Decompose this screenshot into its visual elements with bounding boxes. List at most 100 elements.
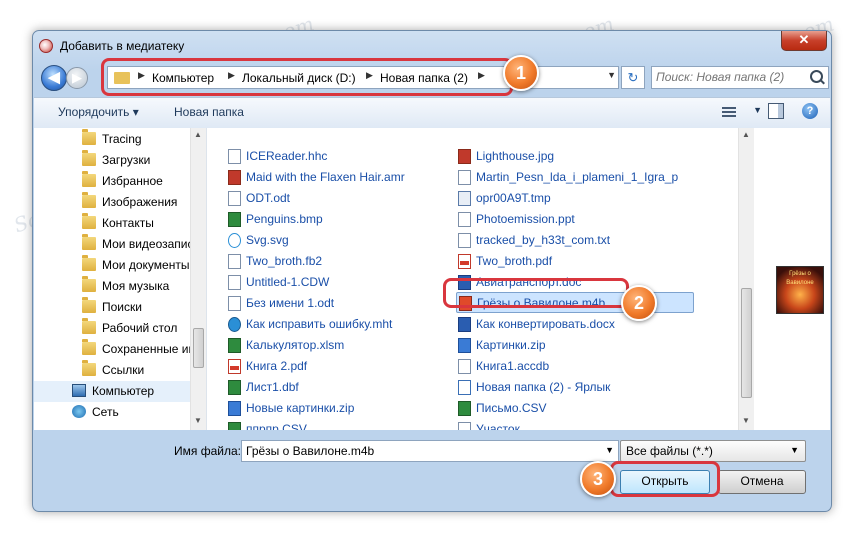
file-item[interactable]: Maid with the Flaxen Hair.amr [228,167,448,188]
file-item[interactable]: Книга1.accdb [458,356,678,377]
file-item[interactable]: Участок [458,419,678,430]
folder-icon [82,339,96,355]
folder-icon [82,276,96,292]
nav-item-music[interactable]: Моя музыка [34,276,190,297]
file-item[interactable]: Калькулятор.xlsm [228,335,448,356]
nav-item-links[interactable]: Ссылки [34,360,190,381]
file-name: Untitled-1.CDW [246,275,330,289]
scroll-down-icon[interactable]: ▼ [742,416,750,425]
file-item[interactable]: Без имени 1.odt [228,293,448,314]
nav-item-desktop[interactable]: Рабочий стол [34,318,190,339]
file-name: Без имени 1.odt [246,296,335,310]
nav-item-contacts[interactable]: Контакты [34,213,190,234]
file-item[interactable]: Lighthouse.jpg [458,146,678,167]
scrollbar-thumb[interactable] [741,288,752,398]
file-icon [458,170,471,185]
organize-button[interactable]: Упорядочить ▾ [58,105,139,119]
nav-item-favorites[interactable]: Избранное [34,171,190,192]
folder-icon [82,150,96,166]
file-item[interactable]: opr00A9T.tmp [458,188,678,209]
nav-scrollbar[interactable]: ▲ ▼ [190,128,206,430]
file-item[interactable]: Martin_Pesn_lda_i_plameni_1_Igra_pre [458,167,678,188]
zip-file-icon [458,338,471,353]
help-icon[interactable]: ? [802,103,818,119]
file-callout [443,278,629,308]
file-item[interactable]: Новая папка (2) - Ярлык [458,377,678,398]
chevron-down-icon[interactable]: ▼ [607,70,616,80]
preview-pane-icon[interactable] [768,103,784,119]
itunes-icon [39,39,53,53]
file-item[interactable]: Svg.svg [228,230,448,251]
view-list-icon[interactable] [722,105,738,119]
chevron-down-icon[interactable]: ▼ [605,445,614,455]
audio-file-icon [228,170,241,185]
toolbar: Упорядочить ▾ Новая папка ▼ ? [34,97,830,129]
file-item[interactable]: tracked_by_h33t_com.txt [458,230,678,251]
file-item[interactable]: Two_broth.fb2 [228,251,448,272]
filename-field[interactable]: ▼ [241,440,619,462]
back-button[interactable]: ◀ [41,65,67,91]
file-item[interactable]: Новые картинки.zip [228,398,448,419]
spreadsheet-file-icon [228,338,241,353]
search-icon[interactable] [810,70,823,83]
file-item[interactable]: ппрпр.CSV [228,419,448,430]
file-item[interactable]: Картинки.zip [458,335,678,356]
scroll-down-icon[interactable]: ▼ [194,416,202,425]
file-item[interactable]: Two_broth.pdf [458,251,678,272]
nav-item-network[interactable]: Сеть [34,402,190,423]
file-item[interactable]: Письмо.CSV [458,398,678,419]
cancel-button[interactable]: Отмена [718,470,806,494]
search-input[interactable] [656,69,806,85]
filename-input[interactable] [246,443,586,459]
spreadsheet-file-icon [228,422,241,430]
file-item[interactable]: Untitled-1.CDW [228,272,448,293]
nav-item-pictures[interactable]: Изображения [34,192,190,213]
file-item[interactable]: Как исправить ошибку.mht [228,314,448,335]
nav-item-label: Сохраненные иг [102,342,190,356]
file-item[interactable]: Лист1.dbf [228,377,448,398]
filetype-select[interactable]: Все файлы (*.*) ▼ [620,440,806,462]
file-item[interactable]: Photoemission.ppt [458,209,678,230]
scroll-up-icon[interactable]: ▲ [194,130,202,139]
computer-icon [72,384,86,397]
web-archive-icon [228,317,241,332]
nav-item-label: Избранное [102,174,163,188]
search-box[interactable] [651,66,829,89]
file-item[interactable]: ICEReader.hhc [228,146,448,167]
file-name: ICEReader.hhc [246,149,328,163]
refresh-button[interactable]: ↻ [621,66,645,89]
spreadsheet-file-icon [458,401,471,416]
nav-item-saved-games[interactable]: Сохраненные иг [34,339,190,360]
zip-file-icon [228,401,241,416]
filetype-value: Все файлы (*.*) [626,444,713,458]
file-name: Калькулятор.xlsm [246,338,345,352]
nav-item-searches[interactable]: Поиски [34,297,190,318]
album-cover-thumbnail: Грёзы о Вавилоне [776,266,824,314]
forward-button[interactable]: ▶ [66,67,88,89]
file-item[interactable]: Книга 2.pdf [228,356,448,377]
document-file-icon [228,296,241,311]
close-button[interactable]: ✕ [781,31,827,51]
nav-item-downloads[interactable]: Загрузки [34,150,190,171]
file-name: Как исправить ошибку.mht [246,317,393,331]
navigation-pane: Tracing Загрузки Избранное Изображения К… [34,128,207,430]
file-list-scrollbar[interactable]: ▲ ▼ [738,128,755,430]
folder-icon [82,129,96,145]
nav-item-tracing[interactable]: Tracing [34,129,190,150]
scrollbar-thumb[interactable] [193,328,204,368]
folder-icon [82,255,96,271]
scroll-up-icon[interactable]: ▲ [742,130,750,139]
nav-item-computer[interactable]: Компьютер [34,381,190,402]
file-item[interactable]: Penguins.bmp [228,209,448,230]
file-name: Lighthouse.jpg [476,149,555,163]
chevron-down-icon[interactable]: ▼ [790,445,799,455]
preview-pane: Грёзы о Вавилоне [754,128,830,430]
nav-item-documents[interactable]: Мои документы [34,255,190,276]
file-name: Maid with the Flaxen Hair.amr [246,170,405,184]
new-folder-button[interactable]: Новая папка [174,105,244,119]
file-item[interactable]: ODT.odt [228,188,448,209]
chevron-down-icon[interactable]: ▼ [753,105,762,115]
nav-item-videos[interactable]: Мои видеозапис [34,234,190,255]
nav-item-label: Рабочий стол [102,321,178,335]
step-badge-3: 3 [580,461,616,497]
